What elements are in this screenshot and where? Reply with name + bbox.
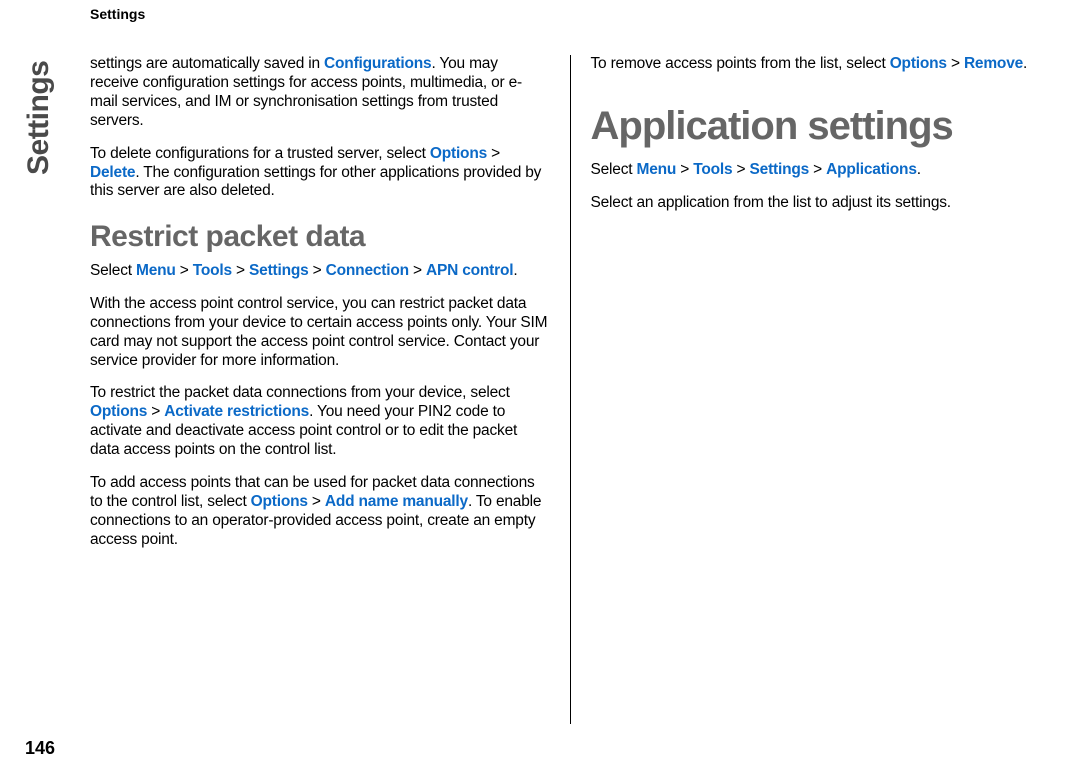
paragraph: To add access points that can be used fo… xyxy=(90,474,550,550)
link-menu: Menu xyxy=(136,262,176,279)
left-column: settings are automatically saved in Conf… xyxy=(90,55,570,724)
page-number: 146 xyxy=(25,738,55,759)
paragraph: settings are automatically saved in Conf… xyxy=(90,55,550,131)
link-options: Options xyxy=(251,493,308,510)
link-options: Options xyxy=(890,55,947,72)
paragraph: Select Menu > Tools > Settings > Applica… xyxy=(591,161,1051,180)
link-tools: Tools xyxy=(693,161,732,178)
heading-restrict-packet-data: Restrict packet data xyxy=(90,219,550,256)
paragraph: To remove access points from the list, s… xyxy=(591,55,1051,74)
link-connection: Connection xyxy=(326,262,409,279)
link-delete: Delete xyxy=(90,164,135,181)
link-settings: Settings xyxy=(750,161,810,178)
side-label: Settings xyxy=(22,61,56,175)
paragraph: With the access point control service, y… xyxy=(90,295,550,371)
link-applications: Applications xyxy=(826,161,917,178)
paragraph: Select Menu > Tools > Settings > Connect… xyxy=(90,262,550,281)
content-columns: settings are automatically saved in Conf… xyxy=(90,55,1060,724)
paragraph: To delete configurations for a trusted s… xyxy=(90,145,550,202)
link-configurations: Configurations xyxy=(324,55,431,72)
paragraph: Select an application from the list to a… xyxy=(591,194,1051,213)
link-options: Options xyxy=(430,145,487,162)
link-options: Options xyxy=(90,403,147,420)
link-remove: Remove xyxy=(964,55,1023,72)
page-header: Settings xyxy=(90,6,145,22)
link-menu: Menu xyxy=(637,161,677,178)
heading-application-settings: Application settings xyxy=(591,102,1051,151)
link-tools: Tools xyxy=(193,262,232,279)
link-settings: Settings xyxy=(249,262,309,279)
paragraph: To restrict the packet data connections … xyxy=(90,384,550,460)
link-apn-control: APN control xyxy=(426,262,513,279)
link-add-name-manually: Add name manually xyxy=(325,493,468,510)
right-column: To remove access points from the list, s… xyxy=(570,55,1061,724)
link-activate-restrictions: Activate restrictions xyxy=(164,403,309,420)
